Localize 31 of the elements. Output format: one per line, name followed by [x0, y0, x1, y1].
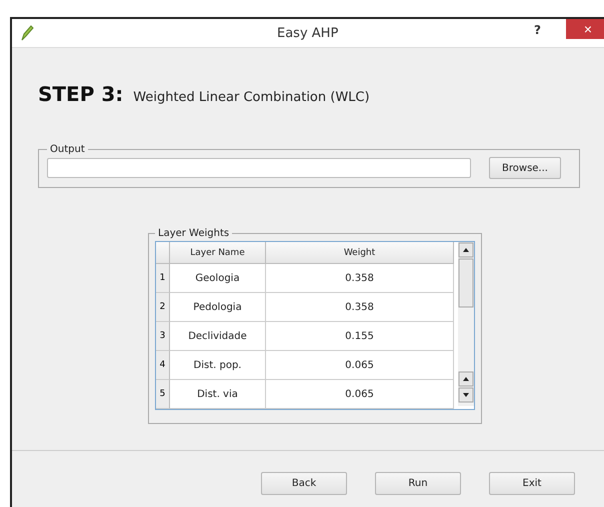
- group-title: Output: [49, 144, 86, 155]
- table-cell: Dist. via: [170, 380, 266, 409]
- table-cell: 0.358: [266, 264, 454, 293]
- table-cell: 0.358: [266, 293, 454, 322]
- table-cell: 0.065: [266, 351, 454, 380]
- row-header[interactable]: 3: [156, 322, 170, 351]
- dialog-button[interactable]: Run: [375, 472, 461, 495]
- pencil-icon: [20, 25, 34, 41]
- table-cell: 0.065: [266, 380, 454, 409]
- table-cell: 0.155: [266, 322, 454, 351]
- close-button[interactable]: ×: [566, 19, 604, 39]
- row-header[interactable]: 2: [156, 293, 170, 322]
- row-header[interactable]: 5: [156, 380, 170, 409]
- column-header[interactable]: Layer Name: [170, 242, 266, 264]
- column-header[interactable]: Weight: [266, 242, 454, 264]
- row-header[interactable]: 4: [156, 351, 170, 380]
- table-cell: Dist. pop.: [170, 351, 266, 380]
- output-field[interactable]: [47, 158, 471, 178]
- window-title: Easy AHP: [277, 26, 338, 41]
- table-cell: Declividade: [170, 322, 266, 351]
- table-cell: Geologia: [170, 264, 266, 293]
- table-cell: Pedologia: [170, 293, 266, 322]
- dialog-button[interactable]: Back: [261, 472, 347, 495]
- step-title: Weighted Linear Combination (WLC): [133, 90, 370, 105]
- row-header[interactable]: 1: [156, 264, 170, 293]
- corner-header: [156, 242, 170, 264]
- dialog-button[interactable]: Exit: [489, 472, 575, 495]
- help-button[interactable]: ?: [534, 23, 541, 37]
- step-label: STEP 3:: [38, 82, 124, 106]
- scrollbar[interactable]: [458, 242, 474, 406]
- browse-button[interactable]: Browse...: [489, 157, 561, 179]
